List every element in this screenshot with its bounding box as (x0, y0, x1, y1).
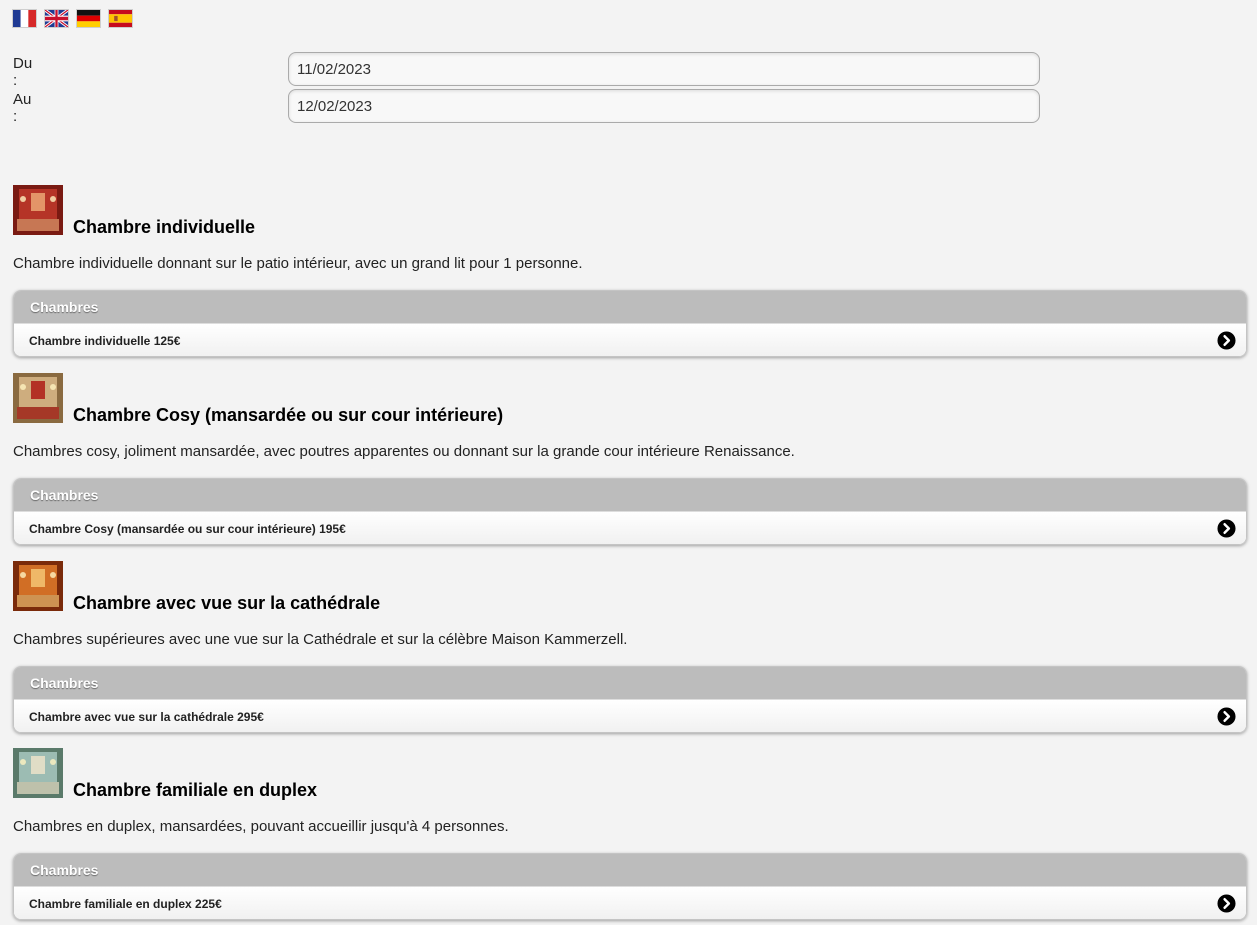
room-offer-item[interactable]: Chambre Cosy (mansardée ou sur cour inté… (14, 511, 1246, 544)
room-description: Chambres supérieures avec une vue sur la… (13, 631, 628, 648)
arrow-right-circle-icon (1217, 331, 1236, 350)
list-header: Chambres (14, 854, 1246, 886)
list-header: Chambres (14, 291, 1246, 323)
date-to-label: Au : (13, 91, 32, 125)
room-listview: Chambres Chambre individuelle 125€ (13, 290, 1247, 357)
list-header: Chambres (14, 667, 1246, 699)
arrow-right-circle-icon (1217, 519, 1236, 538)
room-block: Chambre avec vue sur la cathédrale Chamb… (13, 561, 1247, 733)
date-to-input[interactable] (288, 89, 1040, 123)
date-from-input[interactable] (288, 52, 1040, 86)
room-title: Chambre Cosy (mansardée ou sur cour inté… (73, 405, 504, 425)
room-description: Chambres en duplex, mansardées, pouvant … (13, 818, 509, 835)
arrow-right-circle-icon (1217, 894, 1236, 913)
room-listview: Chambres Chambre Cosy (mansardée ou sur … (13, 478, 1247, 545)
room-offer-label: Chambre individuelle 125€ (29, 334, 181, 348)
room-header: Chambre avec vue sur la cathédrale (13, 561, 1247, 613)
flag-germany-icon[interactable] (77, 10, 100, 27)
arrow-right-circle-icon (1217, 707, 1236, 726)
room-title: Chambre individuelle (73, 217, 256, 237)
room-title: Chambre avec vue sur la cathédrale (73, 593, 381, 613)
room-offer-label: Chambre Cosy (mansardée ou sur cour inté… (29, 522, 346, 536)
room-header: Chambre individuelle (13, 185, 1247, 237)
room-description: Chambre individuelle donnant sur le pati… (13, 255, 583, 272)
flag-uk-icon[interactable] (45, 10, 68, 27)
room-header: Chambre familiale en duplex (13, 748, 1247, 800)
room-block: Chambre individuelle Chambre individuell… (13, 185, 1247, 357)
room-thumbnail (13, 185, 63, 235)
room-thumbnail (13, 561, 63, 611)
room-header: Chambre Cosy (mansardée ou sur cour inté… (13, 373, 1247, 425)
language-selector (13, 10, 132, 27)
room-listview: Chambres Chambre avec vue sur la cathédr… (13, 666, 1247, 733)
room-listview: Chambres Chambre familiale en duplex 225… (13, 853, 1247, 920)
room-offer-item[interactable]: Chambre familiale en duplex 225€ (14, 886, 1246, 919)
room-offer-item[interactable]: Chambre avec vue sur la cathédrale 295€ (14, 699, 1246, 732)
flag-france-icon[interactable] (13, 10, 36, 27)
room-block: Chambre Cosy (mansardée ou sur cour inté… (13, 373, 1247, 545)
flag-spain-icon[interactable] (109, 10, 132, 27)
list-header: Chambres (14, 479, 1246, 511)
room-title: Chambre familiale en duplex (73, 780, 318, 800)
room-thumbnail (13, 748, 63, 798)
room-block: Chambre familiale en duplex Chambres en … (13, 748, 1247, 920)
room-thumbnail (13, 373, 63, 423)
room-offer-item[interactable]: Chambre individuelle 125€ (14, 323, 1246, 356)
room-offer-label: Chambre avec vue sur la cathédrale 295€ (29, 710, 264, 724)
date-from-label: Du : (13, 55, 33, 89)
room-description: Chambres cosy, joliment mansardée, avec … (13, 443, 795, 460)
room-offer-label: Chambre familiale en duplex 225€ (29, 897, 222, 911)
